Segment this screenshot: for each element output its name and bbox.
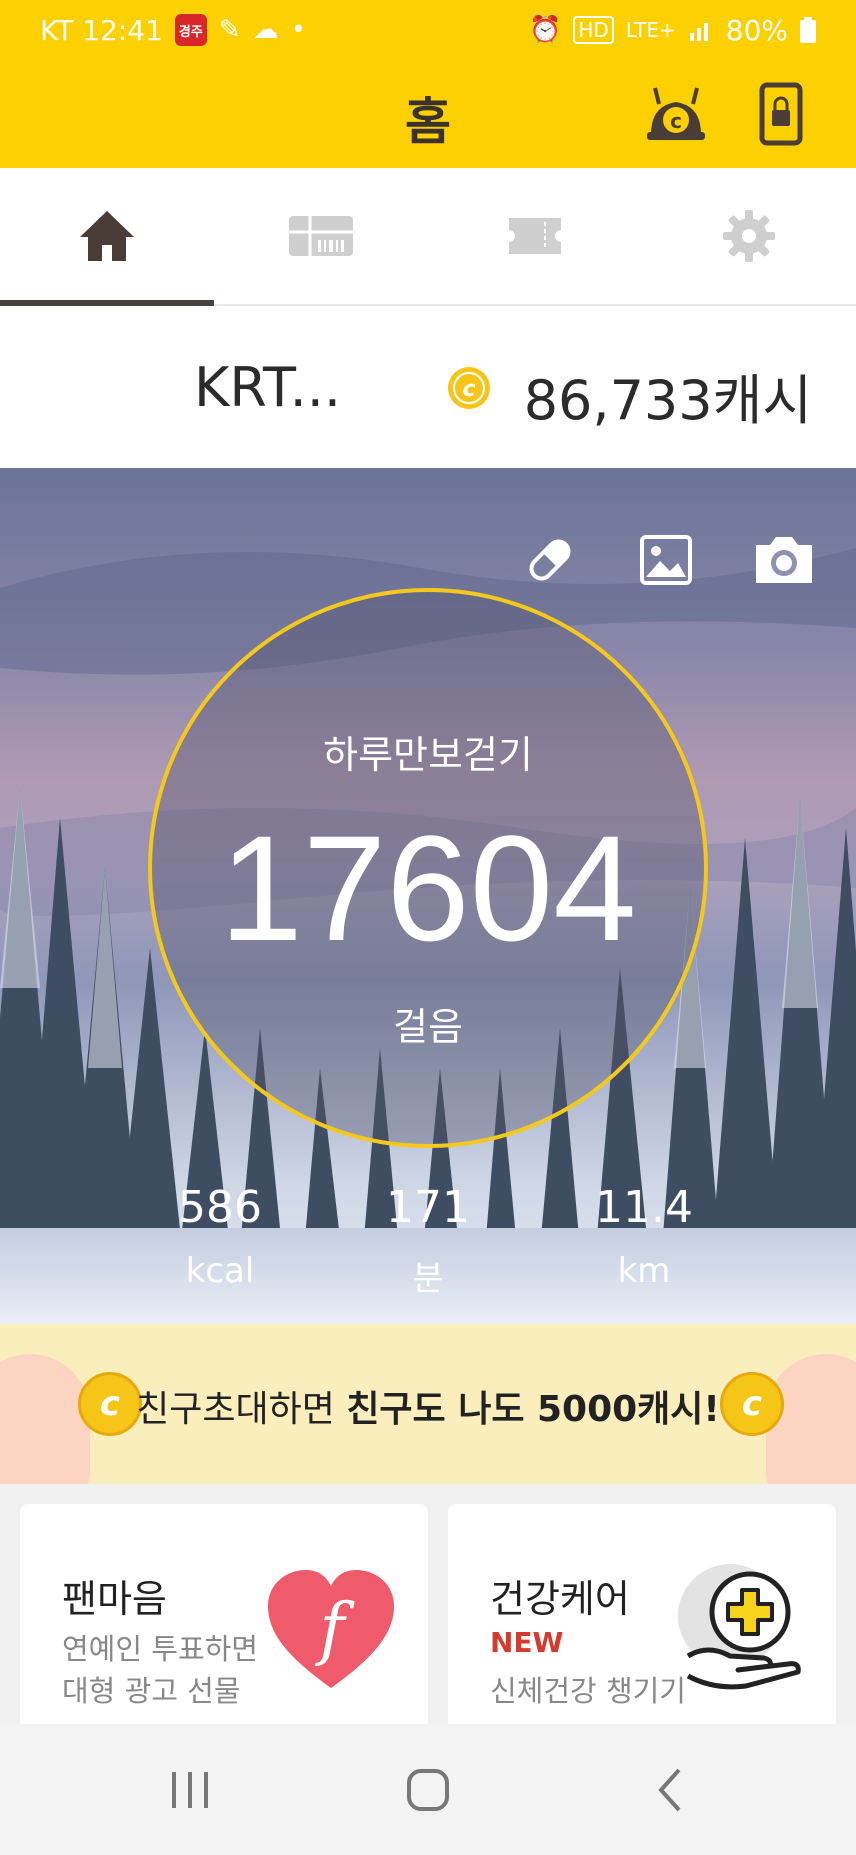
- system-navigation-bar: [0, 1724, 856, 1855]
- network-label: LTE+: [625, 18, 676, 42]
- home-square-icon: [407, 1769, 449, 1811]
- cash-balance[interactable]: 86,733캐시: [524, 356, 812, 435]
- cash-coin-icon: c: [448, 367, 490, 409]
- promo-text-plain: 친구초대하면: [136, 1389, 347, 1430]
- stat-distance: 11.4 km: [564, 1182, 724, 1291]
- recent-apps-button[interactable]: [150, 1760, 230, 1820]
- health-plus-hand-icon: [678, 1564, 801, 1690]
- stat-unit: kcal: [185, 1251, 255, 1291]
- stat-value: 586: [178, 1182, 262, 1233]
- stat-minutes: 171 분: [348, 1182, 508, 1300]
- pill-button[interactable]: [518, 528, 582, 592]
- dot-icon: •: [290, 15, 307, 45]
- step-unit: 걸음: [393, 1005, 463, 1049]
- promo-text-bold: 친구도 나도 5000캐시!: [346, 1389, 720, 1430]
- stat-unit: 분: [412, 1259, 444, 1299]
- stat-calories: 586 kcal: [140, 1182, 300, 1291]
- card-title: 건강케어: [490, 1577, 630, 1621]
- step-ring-label: 하루만보걷기: [323, 733, 533, 777]
- tab-bar: [0, 168, 856, 306]
- health-care-card[interactable]: 건강케어 NEW 신체건강 챙기기: [448, 1504, 836, 1744]
- image-icon: [640, 535, 692, 585]
- gear-icon: [723, 210, 775, 262]
- camera-button[interactable]: [752, 528, 816, 592]
- signal-icon: [689, 23, 708, 41]
- page-title: 홈: [405, 93, 451, 151]
- recent-apps-icon: [172, 1772, 208, 1808]
- hd-icon: HD: [573, 16, 614, 44]
- notification-icon: ✎: [218, 15, 241, 45]
- camera-icon: [756, 537, 812, 583]
- tab-gift-card[interactable]: [214, 168, 428, 304]
- app-badge-icon: 경주: [174, 14, 207, 46]
- chat-icon: ☁: [252, 15, 279, 45]
- stat-value: 171: [386, 1182, 470, 1233]
- stat-unit: km: [617, 1251, 671, 1291]
- invite-friend-banner[interactable]: c c 친구초대하면 친구도 나도 5000캐시!: [0, 1324, 856, 1484]
- alarm-icon: ⏰: [528, 15, 562, 45]
- svg-text:c: c: [462, 377, 475, 402]
- card-subtitle: 대형 광고 선물: [62, 1674, 241, 1708]
- gallery-button[interactable]: [634, 528, 698, 592]
- card-title: 팬마음: [62, 1577, 167, 1621]
- app-header: 홈 c: [0, 60, 856, 168]
- back-button[interactable]: [630, 1760, 710, 1820]
- step-counter-panel: 하루만보걷기 17604 걸음 586 kcal 171 분 11.4 km: [0, 468, 856, 1324]
- tab-ticket[interactable]: [428, 168, 642, 304]
- account-name[interactable]: KRT...: [194, 356, 341, 419]
- stat-value: 11.4: [595, 1182, 693, 1233]
- step-ring[interactable]: 하루만보걷기 17604 걸음: [148, 588, 708, 1148]
- cash-pot-icon: c: [647, 87, 705, 140]
- card-subtitle: 신체건강 챙기기: [490, 1674, 686, 1708]
- pill-icon: [529, 539, 571, 581]
- promo-text: 친구초대하면 친구도 나도 5000캐시!: [0, 1380, 856, 1432]
- heart-logo-icon: f: [268, 1570, 394, 1688]
- phone-lock-icon: [759, 82, 803, 146]
- cash-pot-button[interactable]: c: [640, 78, 712, 150]
- battery-percent: 80%: [725, 13, 788, 47]
- account-summary: KRT... c 86,733캐시: [0, 306, 856, 468]
- card-subtitle: 연예인 투표하면: [62, 1632, 258, 1666]
- battery-icon: [800, 17, 816, 43]
- gift-card-icon: [289, 216, 353, 256]
- home-button[interactable]: [388, 1760, 468, 1820]
- tab-home[interactable]: [0, 168, 214, 304]
- feature-cards: 팬마음 연예인 투표하면 대형 광고 선물 f 건강케어 NEW 신체건강 챙기…: [0, 1484, 856, 1744]
- back-chevron-icon: [658, 1768, 681, 1812]
- home-icon: [80, 211, 134, 261]
- ticket-icon: [509, 218, 561, 254]
- tab-settings[interactable]: [642, 168, 856, 304]
- carrier-time: KT 12:41: [40, 13, 163, 47]
- status-bar: KT 12:41 경주 ✎ ☁ • ⏰ HD LTE+ 80%: [0, 0, 856, 60]
- new-badge: NEW: [490, 1626, 564, 1659]
- lock-screen-button[interactable]: [745, 78, 817, 150]
- svg-text:c: c: [670, 109, 682, 133]
- step-count: 17604: [219, 804, 637, 972]
- fan-maeum-card[interactable]: 팬마음 연예인 투표하면 대형 광고 선물 f: [20, 1504, 428, 1744]
